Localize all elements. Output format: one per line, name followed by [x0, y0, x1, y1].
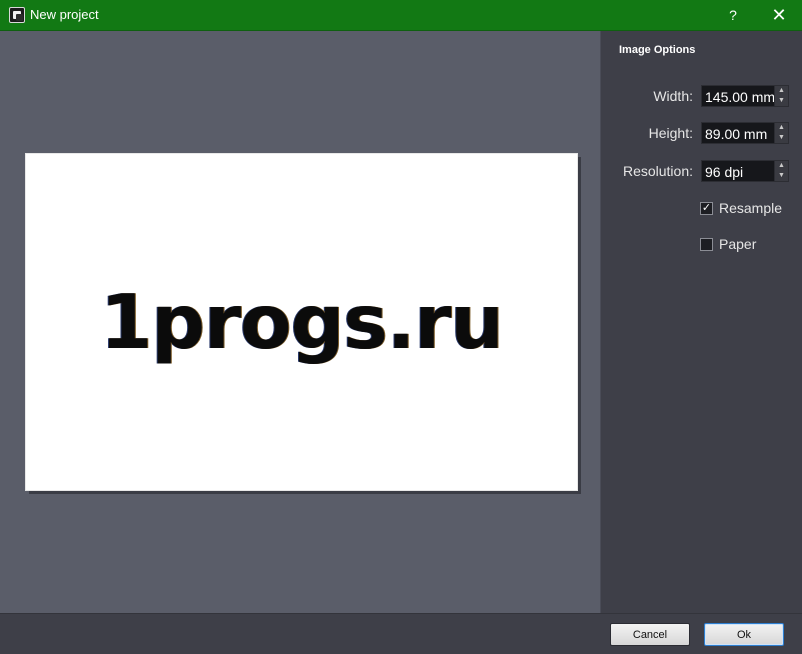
width-spin-arrows: ▲ ▼: [774, 86, 788, 106]
height-spinbox[interactable]: ▲ ▼: [701, 122, 789, 144]
new-project-dialog: New project ? ✕ 1progs.ru Image Options …: [0, 0, 802, 654]
app-icon: [9, 7, 25, 23]
paper-checkbox[interactable]: [700, 238, 713, 251]
height-row: Height: ▲ ▼: [601, 122, 802, 144]
height-label: Height:: [648, 125, 693, 141]
title-bar[interactable]: New project ? ✕: [0, 0, 802, 31]
resolution-spin-arrows: ▲ ▼: [774, 161, 788, 181]
paper-label[interactable]: Paper: [719, 236, 756, 252]
dialog-footer: Cancel Ok: [0, 613, 802, 654]
resolution-input[interactable]: [702, 161, 775, 181]
chevron-down-icon[interactable]: ▼: [775, 133, 788, 143]
height-spin-arrows: ▲ ▼: [774, 123, 788, 143]
width-row: Width: ▲ ▼: [601, 85, 802, 107]
height-input[interactable]: [702, 123, 775, 143]
chevron-up-icon[interactable]: ▲: [775, 123, 788, 133]
panel-title: Image Options: [619, 44, 696, 56]
chevron-up-icon[interactable]: ▲: [775, 86, 788, 96]
resolution-row: Resolution: ▲ ▼: [601, 160, 802, 182]
resample-label[interactable]: Resample: [719, 200, 782, 216]
window-title: New project: [30, 7, 99, 22]
chevron-down-icon[interactable]: ▼: [775, 171, 788, 181]
resolution-spinbox[interactable]: ▲ ▼: [701, 160, 789, 182]
image-canvas-preview: 1progs.ru: [25, 153, 578, 491]
resolution-label: Resolution:: [622, 163, 693, 179]
width-input[interactable]: [702, 86, 775, 106]
watermark-text: 1progs.ru: [100, 278, 504, 366]
chevron-up-icon[interactable]: ▲: [775, 161, 788, 171]
width-label: Width:: [653, 88, 693, 104]
ok-button[interactable]: Ok: [704, 623, 784, 646]
image-options-panel: Image Options Width: ▲ ▼ Height: ▲ ▼: [601, 31, 802, 613]
help-button[interactable]: ?: [714, 0, 752, 31]
chevron-down-icon[interactable]: ▼: [775, 96, 788, 106]
resample-checkbox[interactable]: ✓: [700, 202, 713, 215]
close-button[interactable]: ✕: [756, 0, 802, 31]
width-spinbox[interactable]: ▲ ▼: [701, 85, 789, 107]
cancel-button[interactable]: Cancel: [610, 623, 690, 646]
preview-pane: 1progs.ru: [0, 31, 601, 613]
